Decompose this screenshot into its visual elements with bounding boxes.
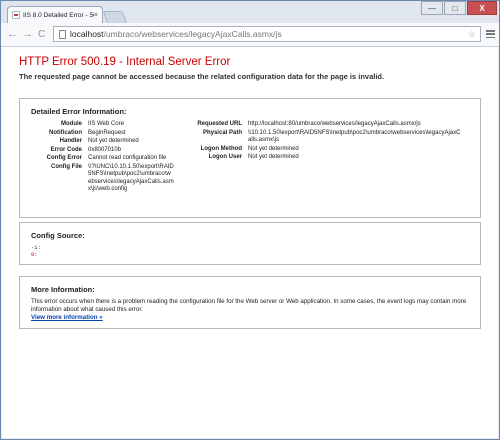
config-file-value: \\?\UNC\10.10.1.50\export\RAID5NFS\Inetp… — [88, 163, 174, 193]
url-path: /umbraco/webservices/legacyAjaxCalls.asm… — [103, 29, 282, 39]
close-button[interactable]: X — [467, 1, 497, 15]
view-more-information-link[interactable]: View more information » — [31, 314, 103, 321]
logon-user-label: Logon User — [208, 154, 242, 160]
page-icon — [59, 29, 66, 39]
reload-icon[interactable]: C — [38, 29, 45, 40]
page-content: HTTP Error 500.19 - Internal Server Erro… — [2, 47, 498, 438]
handler-value: Not yet determined — [88, 138, 139, 144]
more-information-text: This error occurs when there is a proble… — [31, 298, 467, 313]
back-arrow-icon[interactable]: ← — [7, 28, 18, 40]
detail-left-column: Module IIS Web Core Notification BeginRe… — [30, 121, 174, 194]
config-source-line: 0: — [31, 251, 38, 258]
notification-label: Notification — [49, 129, 82, 136]
handler-label: Handler — [59, 138, 82, 144]
url-host: localhost — [70, 29, 104, 39]
error-subtitle: The requested page cannot be accessed be… — [19, 72, 385, 81]
config-error-label: Config Error — [46, 155, 82, 161]
module-label: Module — [61, 121, 82, 127]
tab-title: IIS 8.0 Detailed Error - 500. — [23, 11, 94, 19]
browser-tab[interactable]: IIS 8.0 Detailed Error - 500. × — [7, 6, 103, 23]
physical-path-value: \\10.10.1.50\export\RAID5NFS\Inetpub\poc… — [248, 129, 461, 144]
tab-close-icon[interactable]: × — [94, 12, 98, 19]
title-bar: IIS 8.0 Detailed Error - 500. × — □ X — [1, 1, 499, 24]
window-controls: — □ X — [421, 1, 497, 15]
error-code-value: 0x8007010b — [88, 146, 122, 153]
detail-right-column: Requested URL http://localhost:80/umbrac… — [196, 121, 462, 162]
config-source-panel: Config Source: -1: 0: — [19, 222, 481, 265]
requested-url-value: http://localhost:80/umbraco/webservices/… — [248, 121, 421, 127]
config-source-line: -1: — [31, 244, 41, 251]
maximize-button[interactable]: □ — [444, 1, 466, 15]
address-bar[interactable]: localhost /umbraco/webservices/legacyAja… — [53, 26, 481, 42]
detailed-error-heading: Detailed Error Information: — [31, 107, 127, 116]
notification-value: BeginRequest — [88, 129, 126, 136]
browser-toolbar: ← → C localhost /umbraco/webservices/leg… — [1, 23, 499, 47]
more-information-heading: More Information: — [31, 285, 95, 294]
logon-method-label: Logon Method — [200, 145, 242, 152]
module-value: IIS Web Core — [88, 121, 124, 127]
logon-method-value: Not yet determined — [248, 145, 299, 152]
config-source-heading: Config Source: — [31, 231, 85, 240]
more-information-panel: More Information: This error occurs when… — [19, 276, 481, 329]
detailed-error-panel: Detailed Error Information: Module IIS W… — [19, 98, 481, 218]
requested-url-label: Requested URL — [197, 121, 242, 127]
logon-user-value: Not yet determined — [248, 154, 299, 160]
bookmark-star-icon[interactable]: ☆ — [468, 29, 476, 40]
menu-icon[interactable] — [486, 30, 495, 38]
config-file-label: Config File — [51, 163, 82, 170]
error-title: HTTP Error 500.19 - Internal Server Erro… — [19, 56, 231, 68]
config-error-value: Cannot read configuration file — [88, 155, 167, 161]
page-favicon-icon — [12, 11, 20, 19]
minimize-button[interactable]: — — [421, 1, 443, 15]
browser-window: IIS 8.0 Detailed Error - 500. × — □ X ← … — [0, 0, 500, 440]
forward-arrow-icon[interactable]: → — [22, 28, 33, 40]
error-code-label: Error Code — [50, 146, 82, 153]
physical-path-label: Physical Path — [202, 129, 242, 136]
